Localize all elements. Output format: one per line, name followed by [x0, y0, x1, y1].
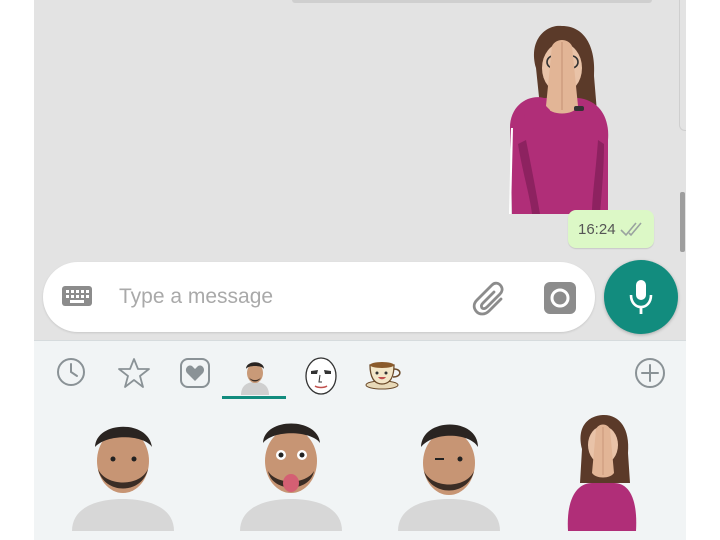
voice-record-button[interactable]: [604, 260, 678, 334]
sticker-man-wink[interactable]: [394, 413, 504, 531]
sticker-meta-bubble: 16:24: [568, 210, 654, 248]
clock-icon: [57, 358, 85, 386]
previous-message-bubble-edge: [292, 0, 652, 3]
sticker-picker-panel: [34, 340, 686, 540]
side-edge: [679, 0, 686, 131]
tab-face-pack[interactable]: [298, 351, 338, 397]
whatsapp-chat-screen: 16:24 Type a message: [34, 0, 686, 540]
microphone-icon: [629, 280, 653, 314]
tab-recent[interactable]: [50, 351, 90, 397]
paperclip-icon[interactable]: [471, 279, 509, 317]
tab-love[interactable]: [173, 351, 213, 397]
tab-man-pack[interactable]: [232, 351, 272, 397]
plus-icon: [635, 358, 665, 388]
star-icon: [118, 358, 150, 388]
camera-icon[interactable]: [541, 279, 579, 317]
tab-favorites[interactable]: [112, 351, 152, 397]
message-input-bar[interactable]: Type a message: [43, 262, 595, 332]
sticker-man-tongue[interactable]: [236, 413, 346, 531]
keyboard-icon[interactable]: [61, 284, 93, 310]
sticker-message-woman-namaste[interactable]: [500, 20, 614, 216]
chat-conversation[interactable]: 16:24 Type a message: [34, 0, 686, 340]
tab-coffee-pack[interactable]: [358, 351, 401, 397]
heart-icon: [180, 358, 210, 388]
man-sticker-thumb: [241, 362, 269, 395]
face-sticker-thumb: [305, 357, 337, 395]
scrollbar-thumb[interactable]: [680, 192, 685, 252]
add-sticker-pack-button[interactable]: [632, 355, 668, 391]
coffee-cup-sticker-thumb: [365, 362, 401, 390]
selected-tab-indicator: [222, 396, 286, 399]
message-time: 16:24: [578, 221, 616, 238]
double-check-icon: [620, 222, 642, 237]
sticker-woman-namaste[interactable]: [546, 413, 656, 531]
message-input[interactable]: Type a message: [119, 262, 273, 332]
sticker-man-1[interactable]: [68, 413, 178, 531]
